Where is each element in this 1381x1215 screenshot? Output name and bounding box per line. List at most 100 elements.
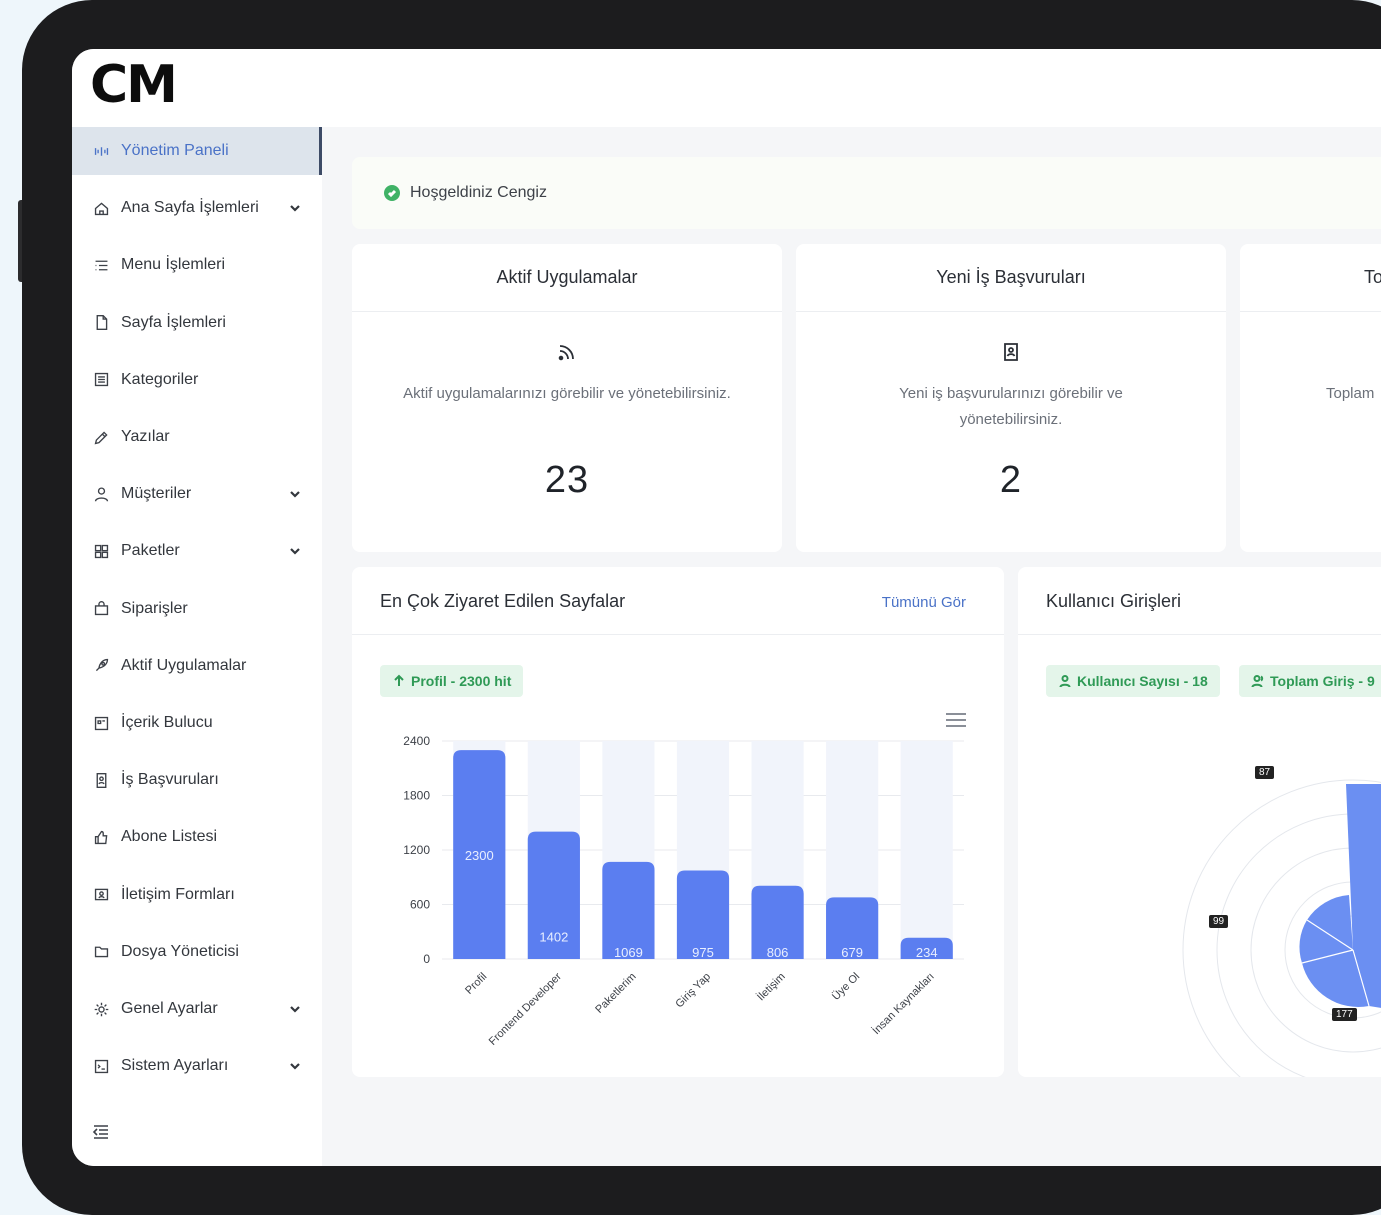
sidebar-item-label: Yazılar xyxy=(121,428,170,445)
sidebar-item-label: Siparişler xyxy=(121,599,188,617)
top-page-badge: Profil - 2300 hit xyxy=(380,665,524,697)
bag-icon xyxy=(91,599,111,619)
sidebar-item[interactable]: Müşteriler xyxy=(72,470,322,518)
chevron-down-icon[interactable] xyxy=(288,1059,302,1073)
top-page-badge-label: Profil - 2300 hit xyxy=(411,673,512,689)
x-tick-label: Giriş Yap xyxy=(673,971,713,1011)
chevron-down-icon[interactable] xyxy=(288,487,302,501)
bar-value-label: 1402 xyxy=(539,930,568,945)
stat-title: Aktif Uygulamalar xyxy=(352,244,782,312)
bar-value-label: 2300 xyxy=(465,848,494,863)
sidebar-item-label: Yönetim Paneli xyxy=(121,142,229,159)
chevron-down-icon[interactable] xyxy=(288,201,302,215)
sidebar-item[interactable]: İçerik Bulucu xyxy=(72,699,322,747)
sidebar-item-label: Müşteriler xyxy=(121,485,192,503)
sidebar-item[interactable]: İş Başvuruları xyxy=(72,756,322,804)
sidebar-item-label: Abone Listesi xyxy=(121,828,218,846)
stat-desc: Aktif uygulamalarınızı görebilir ve yöne… xyxy=(403,385,731,402)
x-tick-label: Profil xyxy=(463,971,489,997)
bar-value-label: 679 xyxy=(841,945,863,960)
rss-icon xyxy=(352,341,782,363)
y-tick-label: 1200 xyxy=(403,843,430,857)
view-all-link[interactable]: Tümünü Gör xyxy=(882,594,966,611)
user-icon xyxy=(1059,675,1071,688)
stat-card-active-apps[interactable]: Aktif Uygulamalar Aktif uygulamalarınızı… xyxy=(352,244,782,552)
user-count-badge: Kullanıcı Sayısı - 18 xyxy=(1046,665,1220,697)
sidebar-item[interactable]: Menu İşlemleri xyxy=(72,241,322,289)
application-icon xyxy=(91,770,111,790)
sidebar-item[interactable]: Sayfa İşlemleri xyxy=(72,299,322,347)
sidebar-item-label: Aktif Uygulamalar xyxy=(121,656,247,674)
sidebar-item[interactable]: Ana Sayfa İşlemleri xyxy=(72,184,322,232)
contact-form-icon xyxy=(91,885,111,905)
chevron-down-icon[interactable] xyxy=(288,1002,302,1016)
top-bar: CM xyxy=(72,49,1381,127)
sidebar-item-label: Kategoriler xyxy=(121,370,199,388)
bar-value-label: 234 xyxy=(916,945,938,960)
sidebar-item[interactable]: Abone Listesi xyxy=(72,813,322,861)
sidebar-item-label: Sistem Ayarları xyxy=(121,1057,229,1075)
sidebar-item-label: Genel Ayarlar xyxy=(121,1000,218,1017)
total-login-badge: Toplam Giriş - 9 xyxy=(1239,665,1381,697)
user-icon xyxy=(91,484,111,504)
sidebar: Yönetim Paneli Ana Sayfa İşlemleri Menu İş… xyxy=(72,127,322,1166)
home-icon xyxy=(91,198,111,218)
package-icon xyxy=(91,541,111,561)
welcome-text: Hoşgeldiniz Cengiz xyxy=(410,184,547,201)
sidebar-item[interactable]: Siparişler xyxy=(72,585,322,633)
y-tick-label: 600 xyxy=(410,898,430,912)
sidebar-item[interactable]: Yazılar xyxy=(72,413,322,461)
sidebar-item[interactable]: Dosya Yöneticisi xyxy=(72,928,322,976)
most-visited-pages-panel: En Çok Ziyaret Edilen Sayfalar Tümünü Gö… xyxy=(352,567,1004,1077)
dashboard-icon xyxy=(91,141,111,161)
bar-value-label: 1069 xyxy=(614,945,643,960)
polar-label: 87 xyxy=(1255,766,1275,779)
thumbs-up-icon xyxy=(91,827,111,847)
collapse-sidebar-icon[interactable] xyxy=(91,1122,113,1144)
sidebar-item[interactable]: Paketler xyxy=(72,527,322,575)
sidebar-item[interactable]: Aktif Uygulamalar xyxy=(72,642,322,690)
welcome-alert: Hoşgeldiniz Cengiz xyxy=(352,157,1381,229)
page-icon xyxy=(91,313,111,333)
total-login-label: Toplam Giriş - 9 xyxy=(1270,673,1375,689)
sidebar-item-label: İş Başvuruları xyxy=(121,771,219,789)
panel-header: En Çok Ziyaret Edilen Sayfalar Tümünü Gö… xyxy=(352,567,1004,635)
sidebar-item[interactable]: İletişim Formları xyxy=(72,871,322,919)
x-tick-label: İnsan Kaynakları xyxy=(870,970,937,1037)
bar-value-label: 806 xyxy=(767,945,789,960)
chart-menu-icon[interactable] xyxy=(946,713,966,727)
stat-desc: Toplam xyxy=(1326,385,1375,402)
bar-value-label: 975 xyxy=(692,945,714,960)
logo[interactable]: CM xyxy=(90,59,178,111)
stat-card-total[interactable]: To Toplam xyxy=(1240,244,1381,552)
x-tick-label: Üye Ol xyxy=(830,971,862,1003)
document-user-icon xyxy=(796,341,1226,363)
sidebar-item-label: Sayfa İşlemleri xyxy=(121,313,226,331)
stat-title: To xyxy=(1240,244,1381,312)
sidebar-item[interactable]: Kategoriler xyxy=(72,356,322,404)
panel-header: Kullanıcı Girişleri xyxy=(1018,567,1381,635)
polar-area-chart xyxy=(1182,779,1381,1077)
menu-list-icon xyxy=(91,255,111,275)
sidebar-item-label: İçerik Bulucu xyxy=(121,714,213,731)
category-icon xyxy=(91,370,111,390)
screen: CM Yönetim Paneli Ana Sayfa İşlemleri Menu… xyxy=(72,49,1381,1166)
pen-icon xyxy=(91,427,111,447)
x-tick-label: İletişim xyxy=(754,970,787,1003)
success-check-icon xyxy=(384,185,400,201)
sidebar-item[interactable]: Sistem Ayarları xyxy=(72,1042,322,1090)
users-icon xyxy=(1251,675,1264,688)
folder-icon xyxy=(91,942,111,962)
sidebar-item[interactable]: Yönetim Paneli xyxy=(72,127,322,175)
content-finder-icon xyxy=(91,713,111,733)
stat-value: 2 xyxy=(999,459,1023,501)
rocket-icon xyxy=(91,656,111,676)
bar-chart: 0 600 1200 1800 2400 2300 Profil 1402 Frontend D… xyxy=(403,734,964,1048)
sidebar-item[interactable]: Genel Ayarlar xyxy=(72,985,322,1033)
user-count-label: Kullanıcı Sayısı - 18 xyxy=(1077,673,1208,689)
chevron-down-icon[interactable] xyxy=(288,544,302,558)
y-tick-label: 0 xyxy=(423,952,430,966)
polar-label: 99 xyxy=(1209,915,1229,928)
stat-card-job-applications[interactable]: Yeni İş Başvuruları Yeni iş başvuruların… xyxy=(796,244,1226,552)
stat-desc: Yeni iş başvurularınızı görebilir ve yön… xyxy=(899,385,1123,428)
